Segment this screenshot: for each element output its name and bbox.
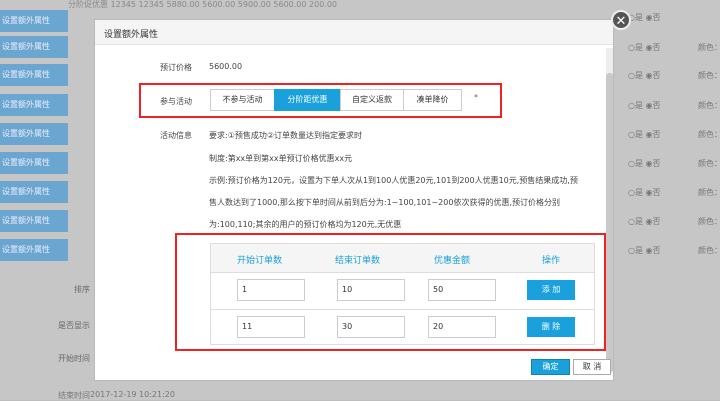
background-table-row: 分阶促优惠 12345 12345 5880.00 5600.00 5900.0… <box>68 0 338 9</box>
header-start-count: 开始订单数 <box>237 256 283 266</box>
add-tier-button[interactable]: 添 加 <box>527 280 575 300</box>
cancel-button[interactable]: 取 消 <box>573 359 611 375</box>
end-time-value: 2017-12-19 10:21:20 <box>90 390 175 399</box>
info-line: 要求:①预售成功②订单数量达到指定要求时 <box>209 131 363 140</box>
activity-options: 不参与活动 分阶距优惠 自定义返款 凑单降价 <box>210 89 462 111</box>
end-count-input[interactable]: 30 <box>337 316 405 338</box>
set-extra-attr-button[interactable]: 设置额外属性 <box>0 210 68 232</box>
tier-row: 11 30 20 删 除 <box>211 310 594 346</box>
show-label: 是否显示 <box>58 321 90 330</box>
radio-yes-no[interactable]: ○是 ◉否 <box>628 158 661 169</box>
set-extra-attr-button[interactable]: 设置额外属性 <box>0 36 68 58</box>
activity-option-group-price-drop[interactable]: 凑单降价 <box>403 89 462 111</box>
dialog-title: 设置额外属性 <box>104 30 159 40</box>
delete-tier-button[interactable]: 删 除 <box>527 317 575 337</box>
order-price-label: 预订价格 <box>160 63 192 72</box>
radio-yes-no[interactable]: ○是 ◉否 <box>628 70 661 81</box>
color-label: 颜色： <box>698 246 720 255</box>
dialog-header: 设置额外属性 <box>95 20 613 45</box>
color-label: 颜色： <box>698 159 720 168</box>
close-icon[interactable]: ✕ <box>611 10 631 30</box>
radio-yes-no[interactable]: ○是 ◉否 <box>628 12 661 23</box>
set-extra-attr-button[interactable]: 设置额外属性 <box>0 64 68 86</box>
activity-option-none[interactable]: 不参与活动 <box>210 89 275 111</box>
radio-yes-no[interactable]: ○是 ◉否 <box>628 187 661 198</box>
end-time-label: 结束时间 <box>58 391 90 400</box>
set-extra-attr-button[interactable]: 设置额外属性 <box>0 94 68 116</box>
radio-yes-no[interactable]: ○是 ◉否 <box>628 100 661 111</box>
order-price-value: 5600.00 <box>209 62 243 71</box>
set-extra-attr-button[interactable]: 设置额外属性 <box>0 123 68 145</box>
confirm-button[interactable]: 确定 <box>531 359 570 375</box>
required-mark: * <box>474 93 478 102</box>
activity-info-label: 活动信息 <box>160 131 192 140</box>
radio-yes-no[interactable]: ○是 ◉否 <box>628 129 661 140</box>
start-time-label: 开始时间 <box>58 354 90 363</box>
discount-input[interactable]: 50 <box>428 279 496 301</box>
color-label: 颜色： <box>698 188 720 197</box>
header-discount: 优惠金额 <box>434 256 471 266</box>
color-label: 颜色： <box>698 130 720 139</box>
activity-option-tiered-discount[interactable]: 分阶距优惠 <box>274 89 341 111</box>
info-line: 售人数达到了1000,那么按下单时间从前到后分为:1~100,101~200依次… <box>209 198 560 207</box>
sort-label: 排序 <box>74 285 90 294</box>
set-extra-attr-button[interactable]: 设置额外属性 <box>0 10 68 32</box>
activity-label: 参与活动 <box>160 97 192 106</box>
info-line: 为:100,110;其余的用户的预订价格均为120元,无优惠 <box>209 220 402 229</box>
start-count-input[interactable]: 11 <box>237 316 305 338</box>
color-label: 颜色： <box>698 71 720 80</box>
discount-input[interactable]: 20 <box>428 316 496 338</box>
tier-table: 开始订单数 结束订单数 优惠金额 操作 1 10 50 添 加 11 30 20… <box>210 243 595 345</box>
dialog-scrollbar[interactable] <box>606 48 613 373</box>
color-label: 颜色： <box>698 43 720 52</box>
radio-yes-no[interactable]: ○是 ◉否 <box>628 42 661 53</box>
info-line: 制度:第xx单到第xx单预订价格优惠xx元 <box>209 154 353 163</box>
activity-option-custom-rebate[interactable]: 自定义返款 <box>340 89 404 111</box>
end-count-input[interactable]: 10 <box>337 279 405 301</box>
set-extra-attr-button[interactable]: 设置额外属性 <box>0 152 68 174</box>
start-count-input[interactable]: 1 <box>237 279 305 301</box>
radio-yes-no[interactable]: ○是 ◉否 <box>628 216 661 227</box>
radio-yes-no[interactable]: ○是 ◉否 <box>628 245 661 256</box>
tier-row: 1 10 50 添 加 <box>211 273 594 310</box>
set-extra-attr-button[interactable]: 设置额外属性 <box>0 181 68 203</box>
color-label: 颜色： <box>698 101 720 110</box>
info-line: 示例:预订价格为120元，设置为下单人次从1到100人优惠20元,101到200… <box>209 176 578 185</box>
color-label: 颜色： <box>698 217 720 226</box>
scrollbar-thumb[interactable] <box>606 73 613 373</box>
header-action: 操作 <box>542 256 561 266</box>
set-extra-attr-button[interactable]: 设置额外属性 <box>0 239 68 261</box>
tier-table-header: 开始订单数 结束订单数 优惠金额 操作 <box>211 244 594 273</box>
header-end-count: 结束订单数 <box>335 256 381 266</box>
